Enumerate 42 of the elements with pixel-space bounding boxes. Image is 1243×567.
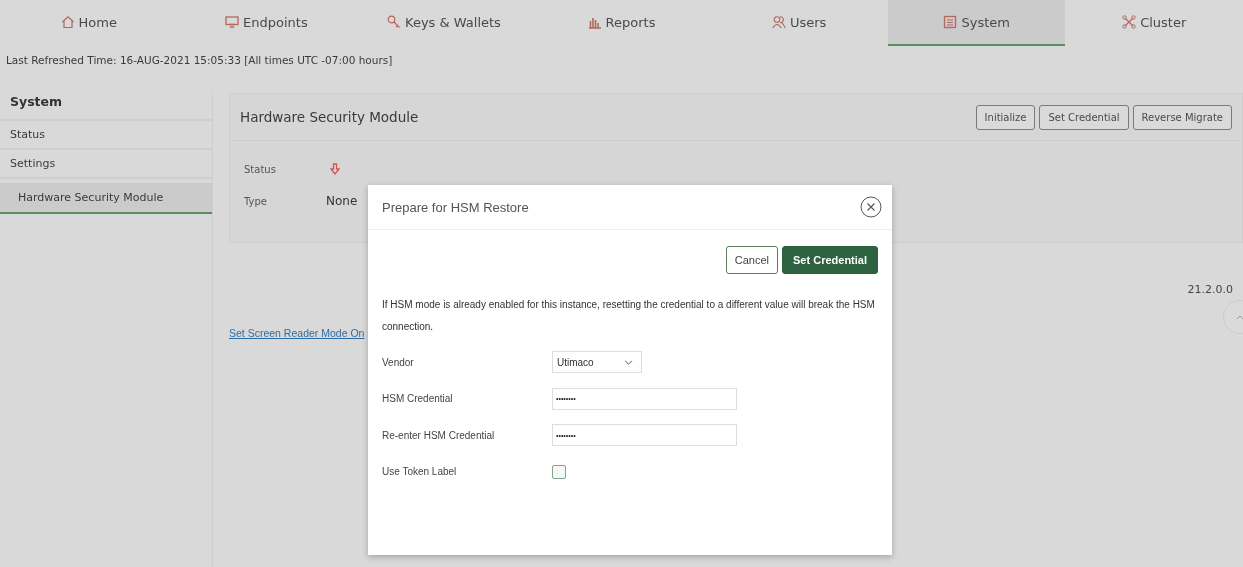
vendor-dropdown[interactable]: Utimaco [552, 351, 642, 374]
checkbox[interactable] [552, 464, 566, 479]
field-label: Re-enter HSM Credential [382, 429, 496, 441]
field-label: Type [244, 195, 268, 207]
set-credential-button[interactable]: Set Credential [782, 246, 878, 274]
panel-button[interactable]: Reverse Migrate [1132, 104, 1232, 130]
version-number: 21.2.0.0 [1187, 283, 1233, 296]
down-arrow-icon [330, 163, 340, 175]
field-label: Status [244, 163, 277, 175]
nav-tab[interactable]: System [887, 0, 1066, 46]
sidebar-item[interactable]: Status [0, 121, 212, 150]
monitor-icon [225, 15, 240, 29]
server-icon [943, 15, 958, 29]
sidebar-item[interactable]: Hardware Security Module [0, 183, 212, 214]
nav-tab[interactable]: Home [0, 0, 178, 46]
nav-tab[interactable]: Keys & Wallets [355, 0, 533, 46]
chevron-down-icon [624, 359, 633, 365]
screen-reader-link[interactable]: Set Screen Reader Mode On [229, 327, 365, 339]
field-value: None [326, 194, 358, 208]
cancel-button[interactable]: Cancel [725, 246, 779, 274]
caret-icon [1235, 314, 1243, 320]
sidebar-title: System [0, 90, 212, 121]
network-icon [1122, 15, 1137, 29]
close-icon[interactable] [860, 196, 882, 218]
nav-tab[interactable]: Reports [532, 0, 711, 46]
field-label: Use Token Label [382, 466, 458, 478]
dialog-title: Prepare for HSM Restore [382, 199, 529, 215]
last-refreshed-time: Last Refreshed Time: 16-AUG-2021 15:05:33 [All times UTC -07:00 hours] [5, 53, 394, 68]
field-label: Vendor [382, 356, 415, 368]
nav-tab[interactable]: Endpoints [177, 0, 356, 46]
sidebar-item[interactable]: Settings [0, 150, 212, 179]
users-icon [771, 15, 786, 29]
warning-message: If HSM mode is already enabled for this instance, resetting the credential to a different value will break the HSM connection. [382, 298, 876, 334]
key-icon [387, 15, 402, 29]
panel-title: Hardware Security Module [240, 109, 419, 125]
home-icon [60, 15, 75, 29]
panel-button[interactable]: Initialize [975, 104, 1036, 130]
nav-tab[interactable]: Cluster [1065, 0, 1243, 46]
nav-tab[interactable]: Users [710, 0, 888, 46]
bar-chart-icon [587, 15, 602, 29]
panel-button[interactable]: Set Credential [1039, 104, 1129, 130]
field-label: HSM Credential [382, 393, 454, 405]
